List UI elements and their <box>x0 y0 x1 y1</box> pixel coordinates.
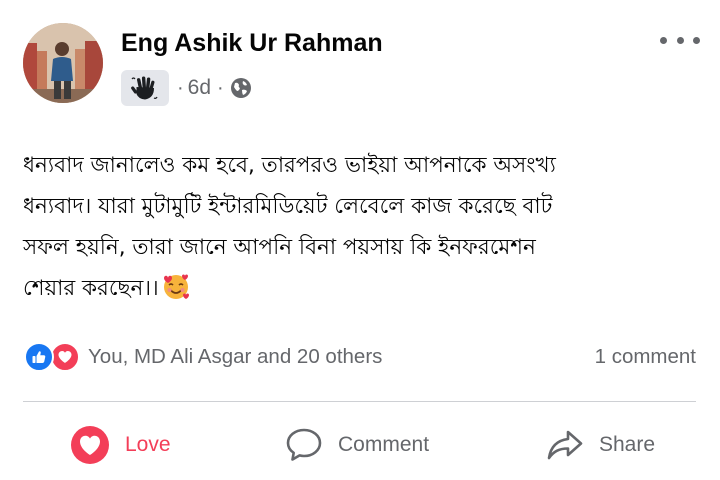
post-meta: · 6d · <box>121 70 252 106</box>
divider <box>23 401 696 402</box>
like-icon <box>24 342 54 372</box>
post-header: Eng Ashik Ur Rahman · 6d · <box>0 0 720 120</box>
comment-label: Comment <box>338 433 430 456</box>
post-text: ধন্যবাদ জানালেও কম হবে, তারপরও ভাইয়া আপ… <box>23 145 703 309</box>
thumbs-up-icon <box>32 351 46 363</box>
share-icon <box>547 430 583 460</box>
love-icon <box>50 342 80 372</box>
more-dot <box>693 36 700 44</box>
share-button[interactable]: Share <box>545 415 655 475</box>
post-text-line: সফল হয়নি, তারা জানে আপনি বিনা পয়সায় ক… <box>23 235 536 260</box>
comment-button[interactable]: Comment <box>284 415 429 475</box>
post-text-line-last: শেয়ার করছেন।। <box>23 268 703 309</box>
meta-separator: · <box>177 76 184 99</box>
comments-count[interactable]: 1 comment <box>595 345 696 369</box>
comment-icon <box>286 428 322 461</box>
globe-icon <box>230 78 251 98</box>
more-dot <box>660 36 667 44</box>
meta-separator: · <box>217 76 224 99</box>
waving-hand-badge[interactable] <box>121 70 169 106</box>
love-reaction-icon <box>71 426 109 464</box>
heart-icon <box>58 351 72 363</box>
smiling-face-with-hearts-emoji <box>163 274 189 299</box>
post-text-line: শেয়ার করছেন।। <box>23 276 159 301</box>
avatar-photo <box>23 23 103 103</box>
author-name[interactable]: Eng Ashik Ur Rahman <box>121 29 383 58</box>
waving-hand-icon <box>131 76 158 100</box>
share-label: Share <box>599 433 656 456</box>
love-label: Love <box>125 433 171 456</box>
post-time[interactable]: 6d <box>188 76 211 100</box>
post-actions: Love Comment Share <box>0 415 720 475</box>
more-dot <box>676 36 684 44</box>
avatar[interactable] <box>23 23 103 103</box>
post-text-line: ধন্যবাদ। যারা মুটামুটি ইন্টারমিডিয়েট লে… <box>23 194 553 219</box>
more-options-button[interactable] <box>660 26 700 54</box>
love-button[interactable]: Love <box>69 415 171 475</box>
reactions-summary[interactable]: You, MD Ali Asgar and 20 others <box>24 340 382 374</box>
reactions-text: You, MD Ali Asgar and 20 others <box>88 345 383 368</box>
post-text-line: ধন্যবাদ জানালেও কম হবে, তারপরও ভাইয়া আপ… <box>23 153 556 178</box>
